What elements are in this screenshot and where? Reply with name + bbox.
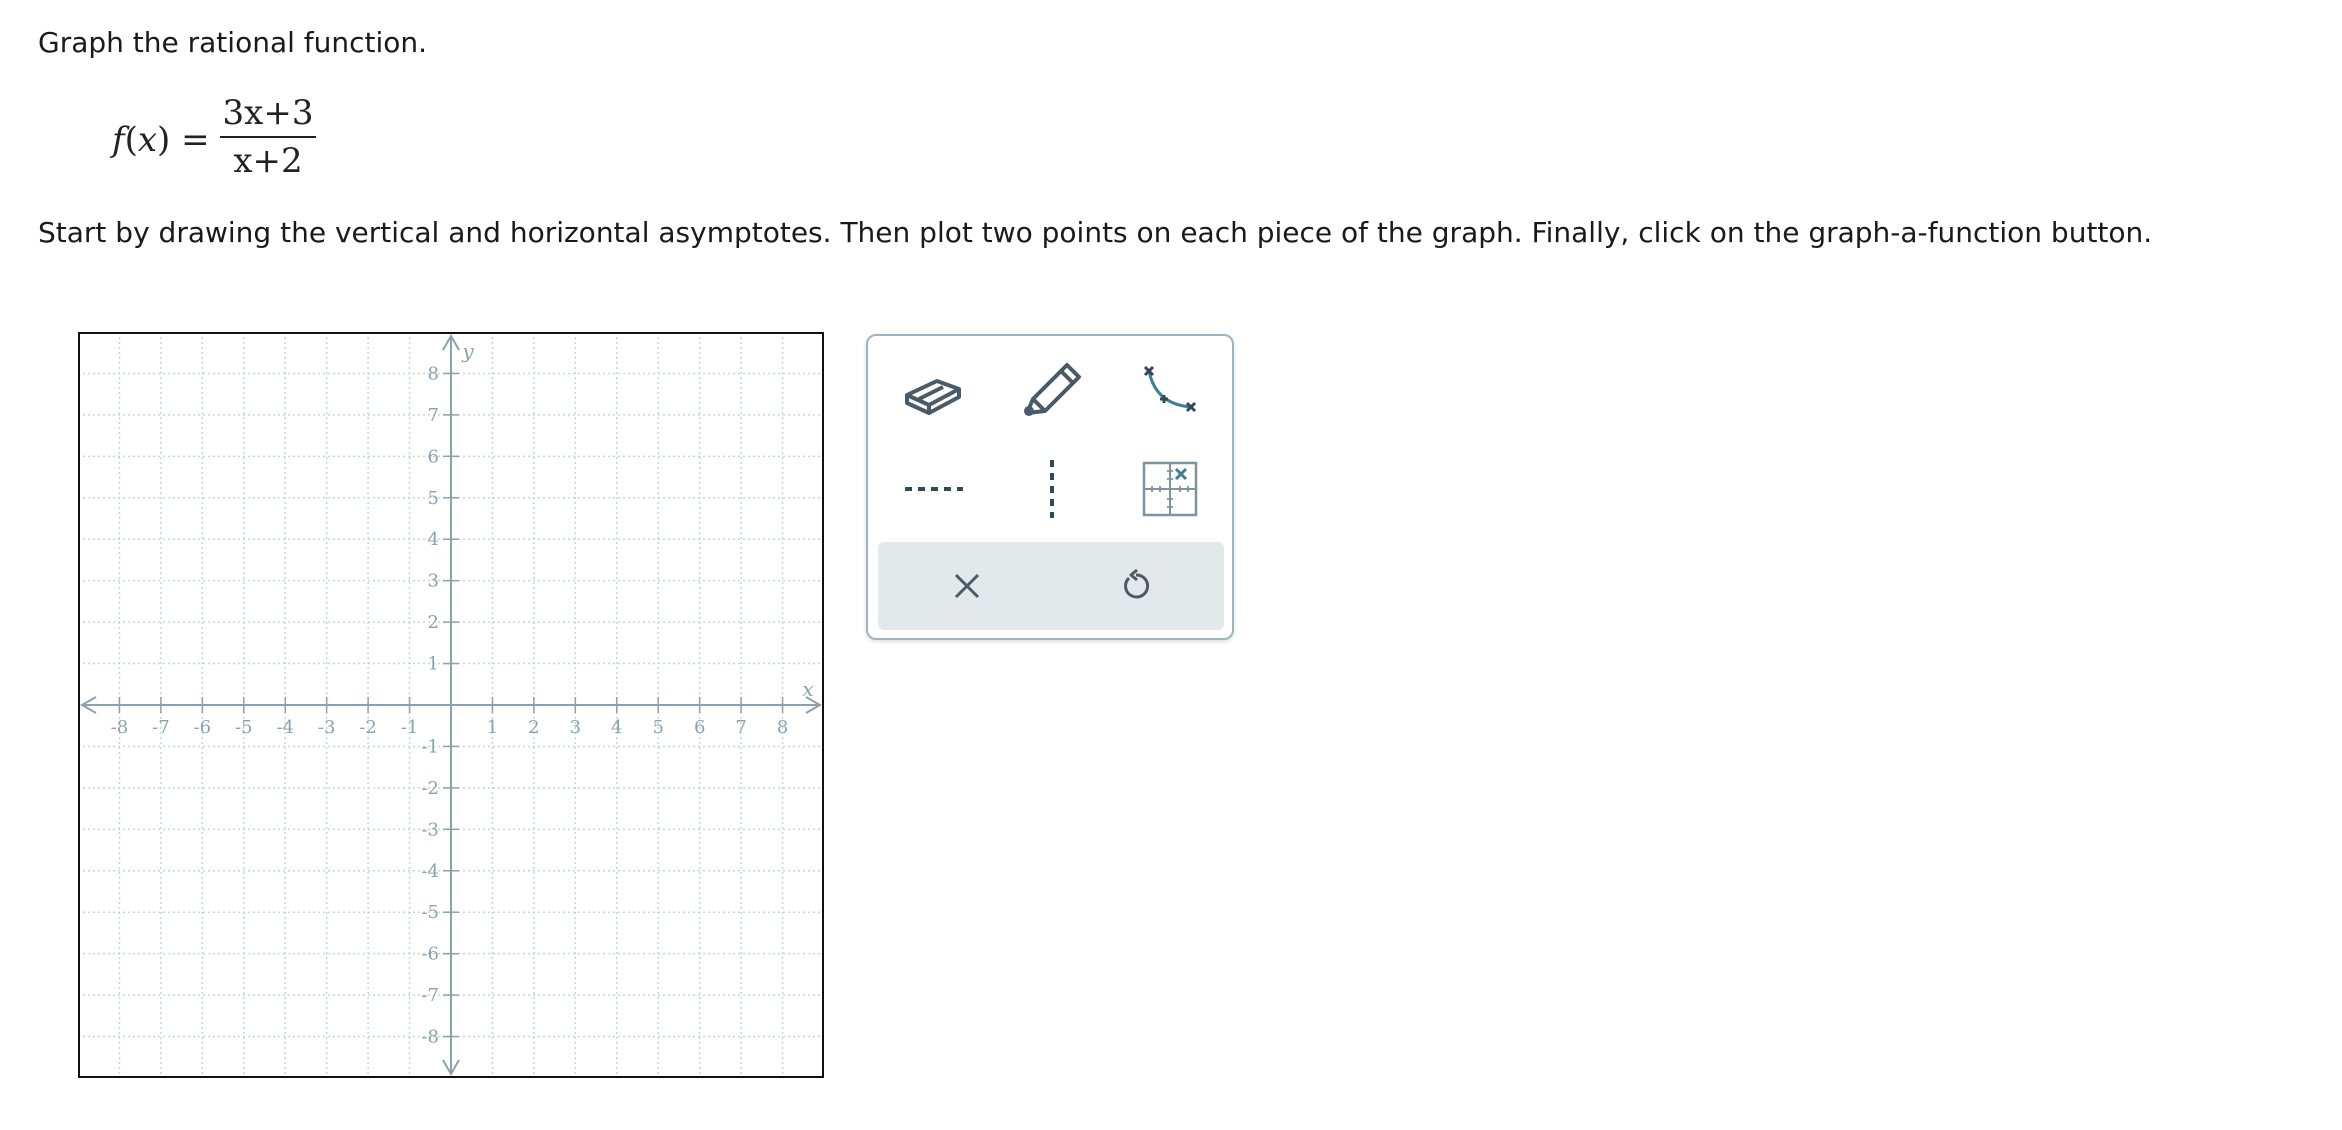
x-tick-label: 2 — [528, 717, 539, 738]
graph-area[interactable]: -8 -7 -6 -5 -4 -3 -2 -1 1 2 3 4 5 6 7 8 8 7 6 5 4 3 2 1 -1 -2 -3 -4… — [78, 332, 824, 1078]
x-tick-label: 7 — [735, 717, 746, 738]
horizontal-asymptote-tool[interactable] — [886, 448, 982, 530]
y-tick-label: -2 — [421, 778, 439, 799]
instructions-text: Start by drawing the vertical and horizo… — [38, 216, 2153, 249]
pencil-tool[interactable] — [1004, 348, 1100, 430]
coordinate-plane[interactable]: -8 -7 -6 -5 -4 -3 -2 -1 1 2 3 4 5 6 7 8 8 7 6 5 4 3 2 1 -1 -2 -3 -4… — [78, 332, 824, 1078]
undo-icon — [1124, 569, 1150, 599]
x-axis-label: x — [802, 677, 813, 701]
y-tick-label: -8 — [421, 1027, 439, 1048]
vertical-dashed-line-icon — [1050, 460, 1054, 518]
y-tick-label: -5 — [421, 902, 439, 923]
horizontal-dashed-line-icon — [905, 487, 963, 491]
x-tick-label: -2 — [359, 717, 377, 738]
y-tick-label: 2 — [428, 612, 439, 633]
denominator: x+2 — [233, 141, 303, 181]
plot-point-tool[interactable] — [1122, 448, 1218, 530]
grid-point-icon — [1142, 461, 1198, 517]
x-tick-label: -1 — [401, 717, 419, 738]
y-tick-label: -6 — [421, 944, 439, 965]
function-name: f — [112, 120, 125, 160]
x-tick-label: 1 — [487, 717, 498, 738]
prompt-text: Graph the rational function. — [38, 26, 428, 59]
undo-button[interactable] — [1076, 542, 1196, 630]
y-tick-label: 3 — [428, 571, 439, 592]
x-tick-label: -6 — [194, 717, 212, 738]
x-tick-label: 6 — [694, 717, 705, 738]
x-tick-label: -7 — [152, 717, 170, 738]
x-tick-label: 3 — [570, 717, 581, 738]
y-tick-label: -7 — [421, 985, 439, 1006]
close-icon — [954, 573, 980, 599]
y-tick-label: -3 — [421, 819, 439, 840]
x-tick-label: -3 — [318, 717, 336, 738]
x-tick-label: -8 — [111, 717, 129, 738]
function-variable: x — [137, 120, 158, 160]
x-tick-label: 8 — [777, 717, 788, 738]
y-tick-label: 5 — [428, 488, 439, 509]
fraction: 3x+3 x+2 — [220, 92, 316, 182]
fraction-bar — [220, 136, 316, 138]
eraser-tool[interactable] — [886, 348, 982, 430]
y-tick-label: -1 — [421, 736, 439, 757]
y-tick-label: 4 — [428, 529, 439, 550]
graph-a-function-tool[interactable] — [1122, 348, 1218, 430]
x-tick-label: -5 — [235, 717, 253, 738]
function-lhs: f(x) = — [112, 120, 210, 160]
numerator: 3x+3 — [222, 93, 314, 133]
graph-toolbar — [866, 334, 1234, 640]
y-tick-label: 8 — [428, 363, 439, 384]
x-tick-label: -4 — [276, 717, 294, 738]
y-axis-label: y — [461, 339, 474, 363]
x-tick-label: 4 — [611, 717, 622, 738]
toolbar-actions — [878, 542, 1224, 630]
y-tick-label: 7 — [428, 405, 439, 426]
y-tick-label: -4 — [421, 861, 439, 882]
pencil-icon — [1024, 363, 1081, 416]
function-curve-icon — [1143, 365, 1197, 413]
y-tick-label: 6 — [428, 446, 439, 467]
y-tick-label: 1 — [428, 654, 439, 675]
vertical-asymptote-tool[interactable] — [1004, 448, 1100, 530]
eraser-icon — [905, 379, 961, 415]
x-tick-label: 5 — [652, 717, 663, 738]
clear-button[interactable] — [907, 542, 1027, 630]
